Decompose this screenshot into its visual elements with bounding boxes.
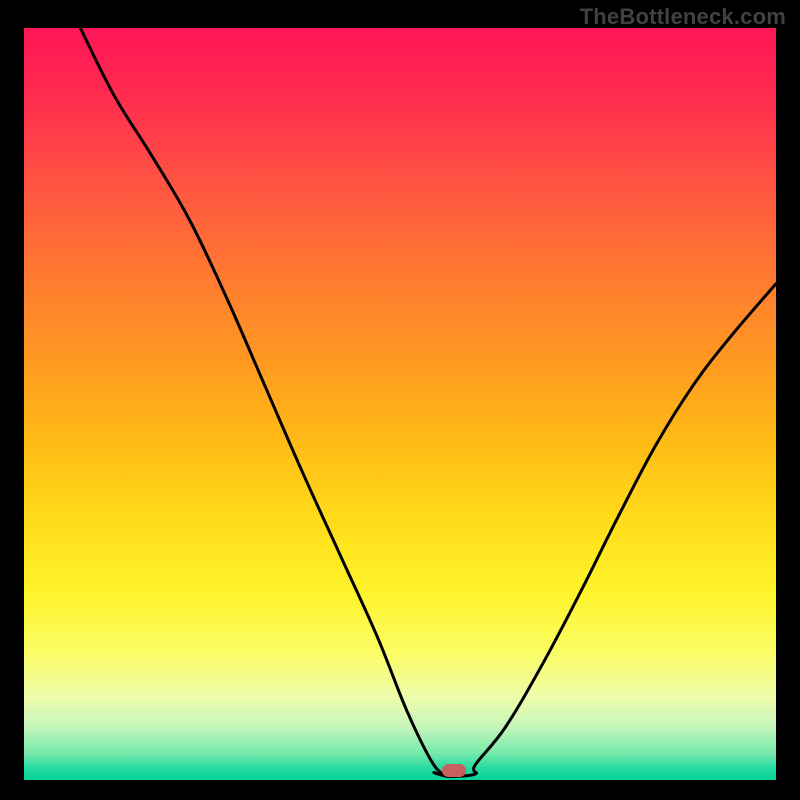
chart-frame: TheBottleneck.com [0, 0, 800, 800]
curve-layer [24, 28, 776, 780]
optimum-marker [442, 764, 466, 777]
bottleneck-curve [80, 28, 776, 776]
watermark-text: TheBottleneck.com [580, 4, 786, 30]
plot-area [24, 28, 776, 780]
